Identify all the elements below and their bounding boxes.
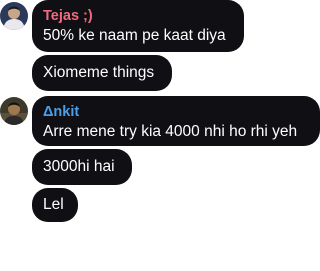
message-bubble[interactable]: 3000hi hai: [32, 149, 132, 185]
message-bubble[interactable]: Δnkit Arre mene try kia 4000 nhi ho rhi …: [32, 96, 320, 146]
avatar-tejas[interactable]: [0, 2, 28, 30]
message-text: 3000hi hai: [43, 158, 115, 175]
message-bubble[interactable]: Lel: [32, 188, 78, 222]
message-bubble[interactable]: Tejas ;) 50% ke naam pe kaat diya: [32, 0, 244, 52]
sender-name[interactable]: Tejas ;): [43, 8, 233, 24]
avatar-photo-icon: [0, 2, 28, 30]
message-text: Lel: [43, 196, 64, 213]
message-bubble[interactable]: Xiomeme things: [32, 55, 172, 91]
message-text: Arre mene try kia 4000 nhi ho rhi yeh: [43, 123, 298, 140]
sender-name[interactable]: Δnkit: [43, 104, 309, 120]
message-text: 50% ke naam pe kaat diya: [43, 27, 226, 44]
avatar-photo-icon: [0, 97, 28, 125]
message-text: Xiomeme things: [43, 64, 155, 81]
avatar-ankit[interactable]: [0, 97, 28, 125]
